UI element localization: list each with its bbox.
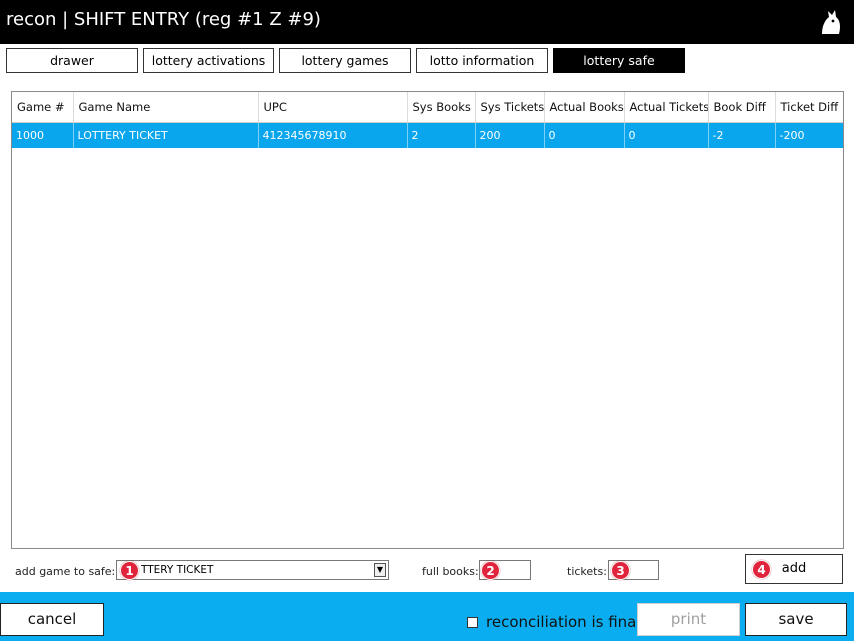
tickets-label: tickets:	[567, 565, 607, 578]
tab-lottery-games[interactable]: lottery games	[279, 48, 411, 73]
column-header-actual-books[interactable]: Actual Books	[544, 92, 625, 123]
cell-upc: 412345678910	[258, 122, 408, 148]
window-title: recon | SHIFT ENTRY (reg #1 Z #9)	[6, 9, 321, 30]
add-button-label: add	[781, 561, 807, 576]
grid-table: Game # Game Name UPC Sys Books Sys Ticke…	[12, 92, 843, 148]
annotation-marker-1: 1	[120, 561, 139, 580]
column-header-actual-tickets[interactable]: Actual Tickets	[624, 92, 709, 123]
cell-ticket-diff: -200	[775, 122, 843, 148]
game-select[interactable]: TTERY TICKET ▼	[116, 560, 389, 580]
cell-game-name: LOTTERY TICKET	[73, 122, 259, 148]
table-row[interactable]: 1000 LOTTERY TICKET 412345678910 2 200 0…	[12, 122, 843, 148]
dropdown-arrow-icon[interactable]: ▼	[374, 563, 386, 577]
column-header-game-number[interactable]: Game #	[12, 92, 74, 123]
cell-sys-books: 2	[407, 122, 476, 148]
column-header-ticket-diff[interactable]: Ticket Diff	[775, 92, 843, 123]
game-select-value: TTERY TICKET	[141, 564, 214, 576]
cancel-button[interactable]: cancel	[0, 603, 104, 636]
tab-lotto-information[interactable]: lotto information	[416, 48, 548, 73]
column-header-sys-tickets[interactable]: Sys Tickets	[475, 92, 545, 123]
annotation-marker-4: 4	[752, 560, 771, 579]
reconciliation-final-checkbox[interactable]	[467, 617, 478, 628]
add-game-label: add game to safe:	[15, 565, 116, 578]
column-header-sys-books[interactable]: Sys Books	[407, 92, 476, 123]
cell-actual-tickets: 0	[624, 122, 709, 148]
save-button[interactable]: save	[745, 603, 847, 636]
tab-lottery-activations[interactable]: lottery activations	[143, 48, 274, 73]
grid-header-row: Game # Game Name UPC Sys Books Sys Ticke…	[12, 92, 843, 123]
tab-drawer[interactable]: drawer	[6, 48, 138, 73]
column-header-book-diff[interactable]: Book Diff	[708, 92, 776, 123]
lottery-safe-grid[interactable]: Game # Game Name UPC Sys Books Sys Ticke…	[11, 91, 844, 549]
column-header-game-name[interactable]: Game Name	[73, 92, 259, 123]
tab-lottery-safe[interactable]: lottery safe	[553, 48, 685, 73]
full-books-label: full books:	[422, 565, 479, 578]
reconciliation-final-label[interactable]: reconciliation is final	[486, 613, 641, 631]
annotation-marker-2: 2	[481, 561, 500, 580]
print-button[interactable]: print	[637, 603, 740, 636]
white-bird-logo-icon	[822, 10, 840, 34]
column-header-upc[interactable]: UPC	[258, 92, 408, 123]
cell-actual-books: 0	[544, 122, 625, 148]
cell-book-diff: -2	[708, 122, 776, 148]
cell-sys-tickets: 200	[475, 122, 545, 148]
annotation-marker-3: 3	[611, 561, 630, 580]
cell-game-number: 1000	[12, 122, 74, 148]
title-bar: recon | SHIFT ENTRY (reg #1 Z #9)	[0, 0, 854, 44]
footer-bar: cancel reconciliation is final print sav…	[0, 592, 854, 641]
